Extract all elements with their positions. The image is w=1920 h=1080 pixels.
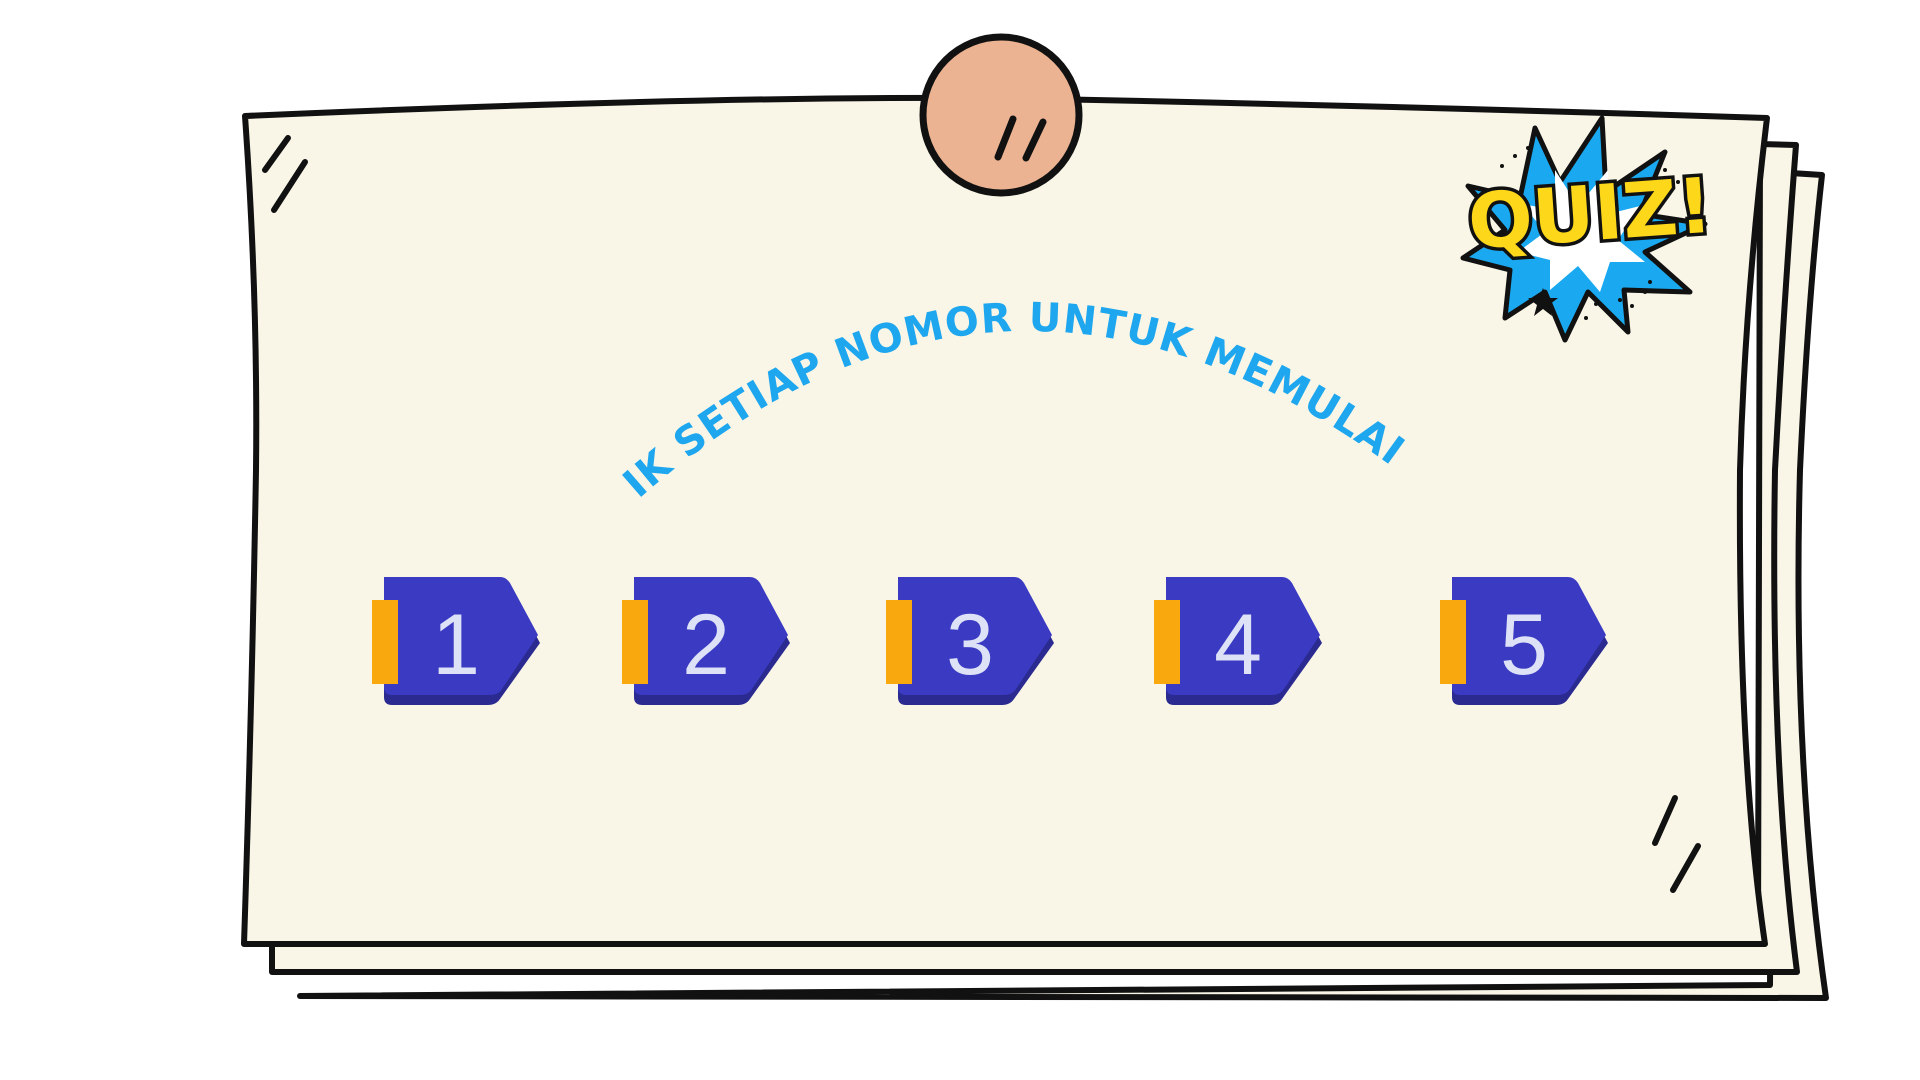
- question-number: 1: [432, 597, 480, 693]
- question-number: 3: [946, 597, 994, 693]
- paper-stack: QUIZ! KLIK SETIAP NOMOR UNTUK MEMULAI !!…: [0, 0, 1829, 1001]
- question-number: 2: [682, 597, 730, 693]
- quiz-start-screen: QUIZ! KLIK SETIAP NOMOR UNTUK MEMULAI !!…: [0, 0, 1920, 1080]
- question-3-button[interactable]: 3: [886, 575, 1056, 721]
- question-number: 5: [1500, 597, 1548, 693]
- quiz-badge-text: QUIZ!: [1465, 161, 1715, 267]
- question-2-button[interactable]: 2: [622, 575, 792, 721]
- question-4-button[interactable]: 4: [1154, 575, 1324, 721]
- question-number: 4: [1214, 597, 1262, 693]
- question-5-button[interactable]: 5: [1440, 575, 1610, 721]
- pin-icon: [919, 33, 1083, 197]
- question-1-button[interactable]: 1: [372, 575, 542, 721]
